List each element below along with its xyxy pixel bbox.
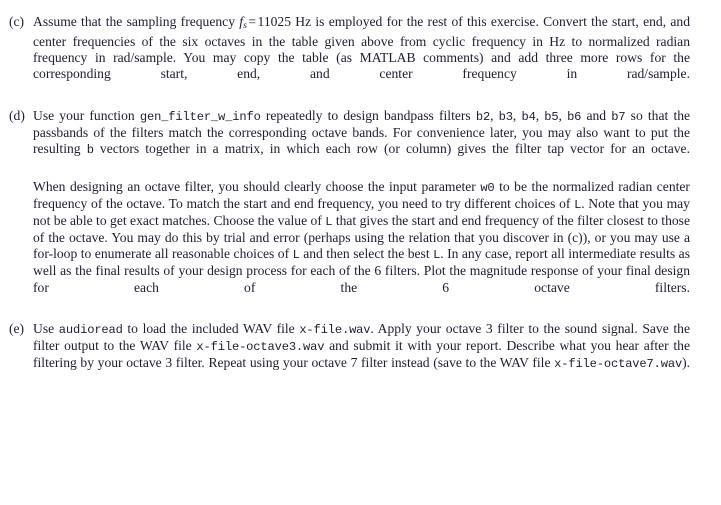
code-x-file-octave7-wav: x-file-octave7.wav xyxy=(554,356,683,371)
code-x-file-octave3-wav: x-file-octave3.wav xyxy=(196,339,325,354)
code-l-3: L xyxy=(292,248,300,263)
item-label-e: (e) xyxy=(9,320,25,336)
item-e-paragraph-1: Use audioread to load the included WAV f… xyxy=(33,321,690,388)
code-b5: b5 xyxy=(544,109,559,124)
code-l-2: L xyxy=(325,215,333,230)
item-e-text-segment-2: to load the included WAV file xyxy=(127,320,295,336)
code-b7: b7 xyxy=(611,109,626,124)
item-d-p2-text-segment-1: When designing an octave filter, you sho… xyxy=(33,178,476,194)
item-d-text-segment-1: Use your function xyxy=(33,107,135,123)
code-b2: b2 xyxy=(475,109,491,124)
document-page: (c) Assume that the sampling frequency f… xyxy=(0,0,721,505)
item-c-paragraph-1: Assume that the sampling frequency fs = 11… xyxy=(33,14,690,99)
item-d-paragraph-2: When designing an octave filter, you sho… xyxy=(33,179,690,312)
item-e-text-segment-5: ). xyxy=(682,354,690,370)
exercise-item-e: (e) Use audioread to load the included W… xyxy=(0,321,721,388)
inline-math-sampling-frequency: fs = 11025 xyxy=(235,14,292,31)
item-label-c: (c) xyxy=(9,14,25,29)
math-value-11025: 11025 xyxy=(257,14,292,29)
item-d-comma-4: , xyxy=(558,107,562,123)
math-variable-f: fs xyxy=(239,14,247,31)
code-b6: b6 xyxy=(567,109,582,124)
code-b3: b3 xyxy=(498,109,513,124)
item-d-text-segment-2: repeatedly to design bandpass filters xyxy=(265,107,471,123)
code-b4: b4 xyxy=(521,109,536,124)
item-d-p2-text-segment-5: and then select the best xyxy=(303,246,430,262)
code-w0: w0 xyxy=(480,180,495,195)
item-d-text-segment-5: vectors together in a matrix, in which e… xyxy=(99,140,690,156)
exercise-item-d: (d) Use your function gen_filter_w_info … xyxy=(0,108,721,312)
item-d-comma-2: , xyxy=(512,107,517,123)
math-operator-equals: = xyxy=(248,14,257,29)
code-gen-filter-w-info: gen_filter_w_info xyxy=(139,109,261,124)
item-d-comma-1: , xyxy=(490,107,494,123)
item-d-comma-3: , xyxy=(535,107,540,123)
item-e-text-segment-1: Use xyxy=(33,320,55,336)
code-audioread: audioread xyxy=(58,322,123,337)
exercise-list: (c) Assume that the sampling frequency f… xyxy=(0,14,721,388)
code-x-file-wav: x-file.wav xyxy=(299,322,371,337)
item-d-paragraph-1: Use your function gen_filter_w_info repe… xyxy=(33,108,690,174)
item-label-d: (d) xyxy=(9,107,25,123)
item-c-text-segment-1: Assume that the sampling frequency xyxy=(33,14,236,29)
item-d-text-segment-3: and xyxy=(586,107,607,123)
code-b-vector: b xyxy=(86,142,94,157)
exercise-item-c: (c) Assume that the sampling frequency f… xyxy=(0,14,721,99)
